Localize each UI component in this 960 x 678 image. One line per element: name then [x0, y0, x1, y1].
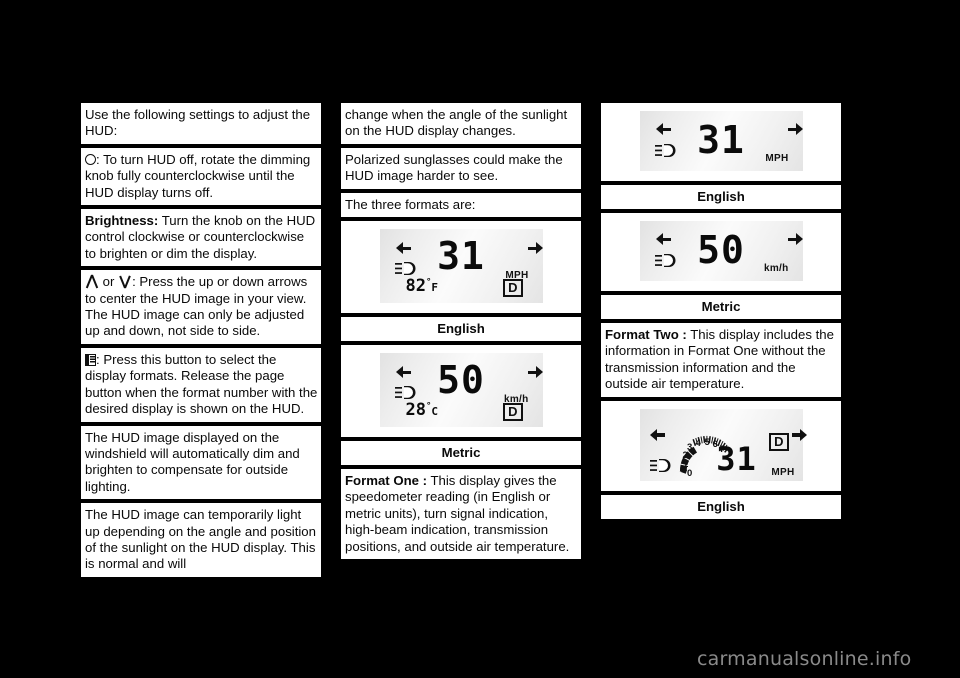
gear-indicator: D — [503, 279, 523, 298]
paragraph-page-button-text: : Press this button to select the displa… — [85, 351, 318, 417]
column-2: change when the angle of the sunlight on… — [341, 103, 581, 560]
paragraph-polarized-text: Polarized sunglasses could make the HUD … — [345, 151, 563, 184]
paragraph-sunlight-text: The HUD image can temporarily light up d… — [85, 507, 316, 572]
temperature-unit: C — [431, 405, 439, 419]
down-arrow-icon — [118, 275, 132, 288]
svg-text:4: 4 — [695, 438, 701, 449]
paragraph-page-button: : Press this button to select the displa… — [81, 347, 321, 422]
svg-text:3: 3 — [687, 442, 692, 453]
updown-joiner: or — [99, 274, 119, 290]
paragraph-format-two: Format Two : This display includes the i… — [601, 323, 841, 397]
paragraph-formats-intro-text: The three formats are: — [345, 196, 476, 212]
manual-page: Use the following settings to adjust the… — [0, 0, 960, 678]
paragraph-brightness: Brightness: Turn the knob on the HUD con… — [81, 209, 321, 267]
temperature-value: 82 — [405, 276, 426, 297]
paragraph-sunlight-continued-text: change when the angle of the sunlight on… — [345, 107, 568, 139]
outside-temperature: 82°F — [406, 276, 439, 296]
hud-display-format-two-metric: 50 km/h — [639, 221, 803, 281]
caption-format-two-english: English — [601, 185, 841, 209]
gear-indicator: D — [769, 432, 789, 451]
speed-value: 31 — [716, 439, 757, 478]
figure-format-one-english: 31 MPH 82°F D — [341, 221, 581, 314]
high-beam-icon — [649, 458, 670, 472]
speed-units: MPH — [765, 153, 789, 164]
gear-indicator: D — [503, 403, 523, 422]
paragraph-autodim-text: The HUD image displayed on the windshiel… — [85, 429, 300, 494]
outside-temperature: 28°C — [406, 400, 439, 420]
caption-format-one-english: English — [341, 317, 581, 342]
paragraph-polarized: Polarized sunglasses could make the HUD … — [341, 147, 581, 189]
paragraph-sunlight-continued: change when the angle of the sunlight on… — [341, 103, 581, 144]
figure-format-two-metric: 50 km/h — [601, 213, 841, 291]
hud-display-format-one-metric: 50 km/h 28°C D — [379, 353, 543, 428]
hud-display-format-two-english: 31 MPH — [639, 111, 803, 171]
hud-display-format-three-english: 0 1 2 3 4 5 6 7 31 MPH D — [639, 408, 807, 481]
paragraph-updown: or : Press the up or down arrows to cent… — [81, 270, 321, 344]
brightness-label: Brightness: — [85, 213, 159, 229]
site-watermark: carmanualsonline.info — [697, 648, 912, 670]
paragraph-formats-intro: The three formats are: — [341, 192, 581, 218]
paragraph-dimmer: : To turn HUD off, rotate the dimming kn… — [81, 147, 321, 206]
paragraph-format-one: Format One : This display gives the spee… — [341, 469, 581, 560]
column-3: 31 MPH English 50 km/h Metric Format Two… — [601, 103, 841, 519]
format-two-label: Format Two : — [605, 327, 687, 342]
paragraph-intro-text: Use the following settings to adjust the… — [85, 107, 311, 139]
paragraph-autodim: The HUD image displayed on the windshiel… — [81, 425, 321, 500]
temperature-unit: F — [431, 281, 439, 295]
hud-display-format-one-english: 31 MPH 82°F D — [379, 229, 543, 304]
circle-knob-icon — [85, 153, 96, 165]
up-arrow-icon — [85, 275, 99, 288]
paragraph-dimmer-text: : To turn HUD off, rotate the dimming kn… — [85, 151, 311, 200]
column-1: Use the following settings to adjust the… — [81, 103, 321, 577]
speed-units: km/h — [763, 263, 789, 274]
caption-format-three-english: English — [601, 494, 841, 519]
page-columns: Use the following settings to adjust the… — [81, 103, 841, 577]
paragraph-intro: Use the following settings to adjust the… — [81, 103, 321, 144]
speed-units: MPH — [771, 466, 795, 478]
paragraph-sunlight: The HUD image can temporarily light up d… — [81, 503, 321, 577]
figure-format-one-metric: 50 km/h 28°C D — [341, 345, 581, 438]
page-button-icon — [85, 353, 96, 366]
caption-format-two-metric: Metric — [601, 295, 841, 319]
format-one-label: Format One : — [345, 473, 428, 489]
figure-format-two-english: 31 MPH — [601, 103, 841, 181]
figure-format-three-english: 0 1 2 3 4 5 6 7 31 MPH D — [601, 400, 841, 491]
temperature-value: 28 — [405, 400, 426, 421]
caption-format-one-metric: Metric — [341, 441, 581, 466]
